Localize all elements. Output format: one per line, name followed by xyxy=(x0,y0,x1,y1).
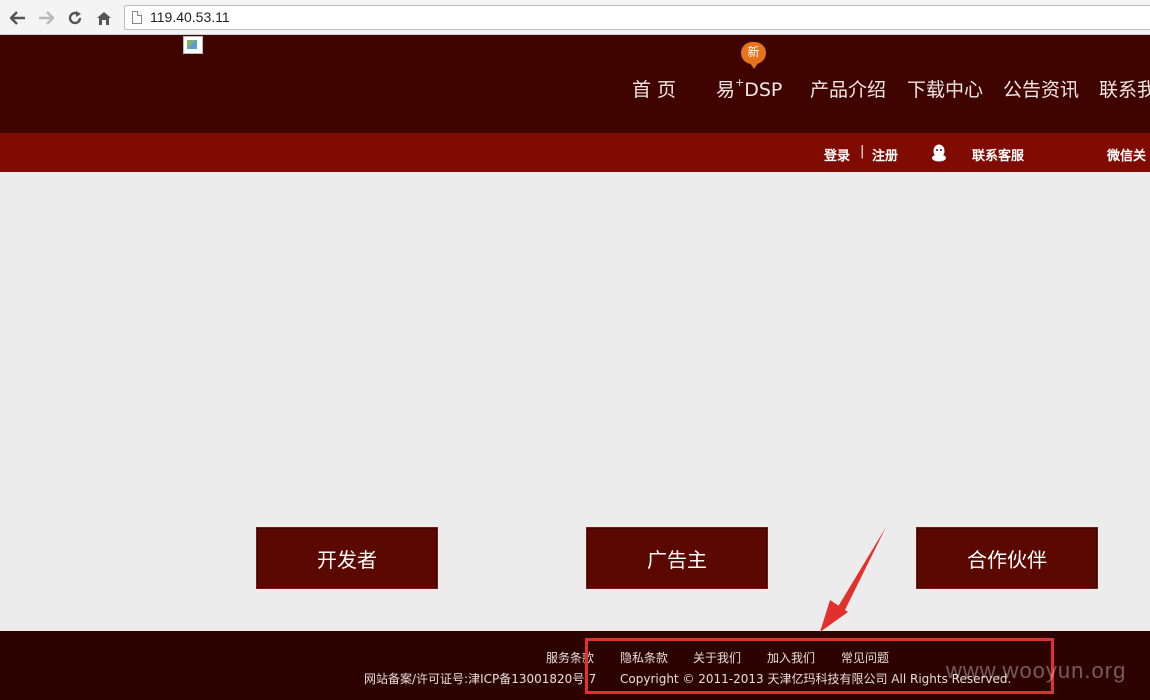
nav-dsp-prefix: 易 xyxy=(716,79,736,101)
icp-license: 网站备案/许可证号:津ICP备13001820号-7 xyxy=(364,672,597,686)
qq-penguin-icon[interactable] xyxy=(931,144,947,162)
nav-home[interactable]: 首 页 xyxy=(632,75,676,102)
nav-news[interactable]: 公告资讯 xyxy=(1003,75,1079,102)
back-arrow-icon[interactable] xyxy=(8,8,28,28)
register-link[interactable]: 注册 xyxy=(872,145,898,164)
page-icon xyxy=(132,11,142,24)
main-nav: 首 页 易+DSP 产品介绍 下载中心 公告资讯 联系我 xyxy=(0,35,1150,133)
address-bar[interactable]: 119.40.53.11 xyxy=(124,5,1150,30)
wechat-follow-link[interactable]: 微信关 xyxy=(1107,145,1146,164)
developer-button[interactable]: 开发者 xyxy=(256,527,438,589)
partner-button[interactable]: 合作伙伴 xyxy=(916,527,1098,589)
site-header: 新 首 页 易+DSP 产品介绍 下载中心 公告资讯 联系我 xyxy=(0,35,1150,133)
nav-products[interactable]: 产品介绍 xyxy=(810,75,886,102)
watermark: www.wooyun.org xyxy=(946,658,1127,683)
advertiser-button[interactable]: 广告主 xyxy=(586,527,768,589)
nav-dsp[interactable]: 易+DSP xyxy=(716,75,782,102)
user-bar: 登录 | 注册 联系客服 微信关 xyxy=(0,133,1150,172)
reload-icon[interactable] xyxy=(65,8,85,28)
customer-service-link[interactable]: 联系客服 xyxy=(972,145,1024,164)
browser-toolbar: 119.40.53.11 xyxy=(0,0,1150,35)
nav-contact[interactable]: 联系我 xyxy=(1099,75,1150,102)
nav-downloads[interactable]: 下载中心 xyxy=(907,75,983,102)
login-link[interactable]: 登录 xyxy=(824,145,850,164)
forward-arrow-icon[interactable] xyxy=(36,8,56,28)
nav-dsp-plus: + xyxy=(735,75,745,89)
login-register-separator: | xyxy=(860,144,865,159)
nav-dsp-suffix: DSP xyxy=(744,79,783,101)
url-text[interactable]: 119.40.53.11 xyxy=(150,9,230,25)
home-icon[interactable] xyxy=(94,8,114,28)
